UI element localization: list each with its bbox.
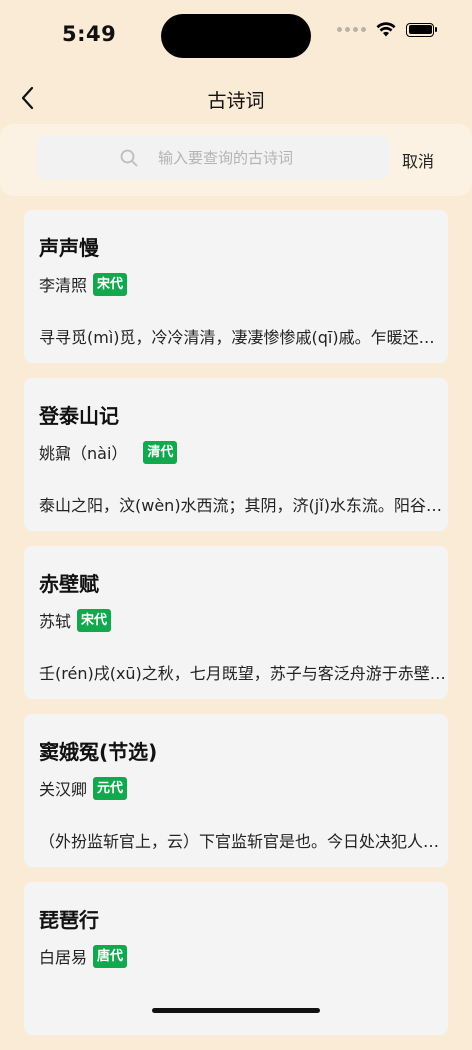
dynasty-badge: 元代 (93, 776, 128, 800)
dynasty-badge: 宋代 (77, 608, 112, 632)
dynasty-badge: 宋代 (93, 272, 128, 296)
status-icons (337, 22, 437, 37)
poem-meta: 苏轼 宋代 (39, 608, 112, 632)
status-bar: 5:49 (0, 0, 472, 70)
poem-meta: 姚鼐（nài） 清代 (39, 440, 178, 464)
cancel-button[interactable]: 取消 (402, 148, 434, 172)
poem-card[interactable]: 窦娥冤(节选) 关汉卿 元代 （外扮监斩官上，云）下官监斩官是也。今日处决犯人，… (24, 714, 448, 867)
poem-meta: 白居易 唐代 (39, 944, 128, 968)
search-input[interactable] (156, 147, 390, 168)
nav-bar: 古诗词 (0, 76, 472, 120)
dynasty-badge: 清代 (143, 440, 178, 464)
home-indicator[interactable] (152, 1008, 320, 1013)
poem-meta: 关汉卿 元代 (39, 776, 128, 800)
poem-title: 赤壁赋 (39, 572, 99, 596)
poem-card[interactable]: 赤壁赋 苏轼 宋代 壬(rén)戌(xū)之秋，七月既望，苏子与客泛舟游于赤壁之… (24, 546, 448, 699)
poem-title: 声声慢 (39, 236, 99, 260)
poem-excerpt: （外扮监斩官上，云）下官监斩官是也。今日处决犯人，着做公的把住巷口。 (39, 832, 447, 851)
poem-title: 窦娥冤(节选) (39, 740, 158, 764)
poem-excerpt: 寻寻觅(mì)觅，冷冷清清，凄凄惨惨戚(qī)戚。乍暖还寒时候，最难将息。 (39, 328, 447, 347)
wifi-icon (376, 22, 396, 37)
poem-card[interactable]: 登泰山记 姚鼐（nài） 清代 泰山之阳，汶(wèn)水西流；其阴，济(jǐ)水… (24, 378, 448, 531)
search-box[interactable] (36, 136, 390, 179)
poem-card[interactable]: 声声慢 李清照 宋代 寻寻觅(mì)觅，冷冷清清，凄凄惨惨戚(qī)戚。乍暖还寒… (24, 210, 448, 363)
status-time: 5:49 (62, 22, 117, 46)
poem-excerpt: 泰山之阳，汶(wèn)水西流；其阴，济(jǐ)水东流。阳谷皆入汶，阴谷皆入济。 (39, 496, 447, 515)
battery-icon (406, 22, 437, 37)
poem-author: 李清照 (39, 276, 88, 295)
search-panel: 取消 (0, 124, 472, 196)
poem-title: 琵琶行 (39, 908, 99, 932)
poem-list: 声声慢 李清照 宋代 寻寻觅(mì)觅，冷冷清清，凄凄惨惨戚(qī)戚。乍暖还寒… (24, 210, 448, 1050)
dynamic-island (161, 14, 311, 58)
poem-author: 苏轼 (39, 612, 72, 631)
poem-author: 关汉卿 (39, 780, 88, 799)
poem-author: 姚鼐（nài） (39, 444, 128, 463)
poem-author: 白居易 (39, 948, 88, 967)
dynasty-badge: 唐代 (93, 944, 128, 968)
search-icon (120, 148, 140, 168)
signal-icon (337, 27, 366, 32)
poem-title: 登泰山记 (39, 404, 119, 428)
page-title: 古诗词 (207, 90, 265, 112)
poem-meta: 李清照 宋代 (39, 272, 128, 296)
poem-excerpt: 壬(rén)戌(xū)之秋，七月既望，苏子与客泛舟游于赤壁之下。 (39, 664, 447, 683)
